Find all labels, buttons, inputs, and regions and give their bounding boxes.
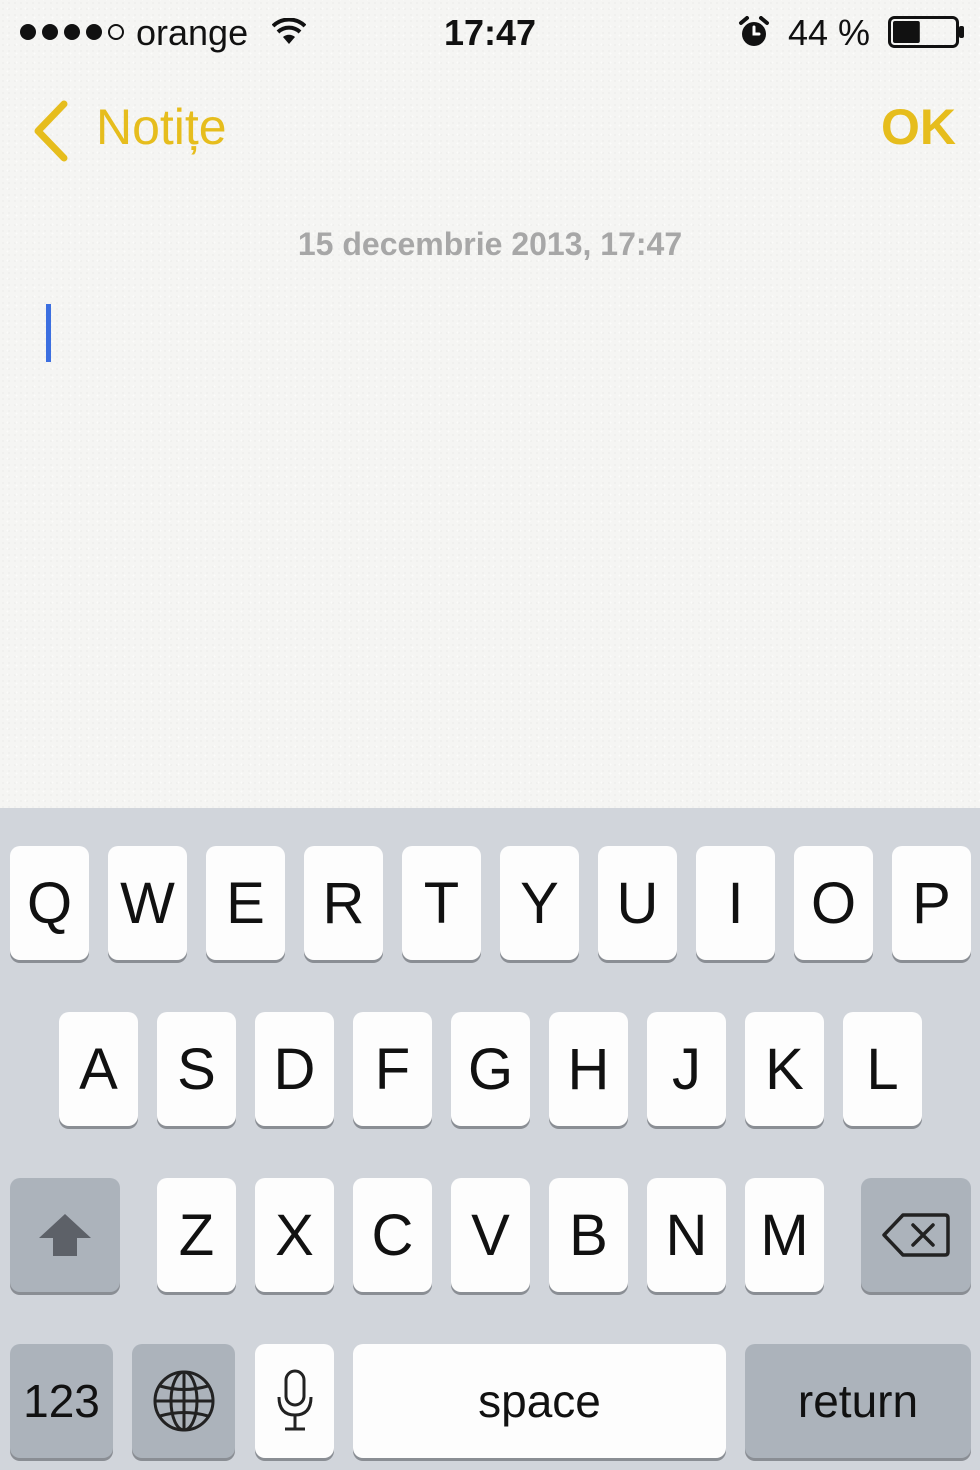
back-button-label: Notițe xyxy=(96,99,227,155)
key-i[interactable]: I xyxy=(696,846,775,960)
return-key[interactable]: return xyxy=(745,1344,971,1458)
battery-percentage: 44 % xyxy=(788,12,871,53)
microphone-key[interactable] xyxy=(255,1344,334,1458)
globe-icon xyxy=(153,1370,214,1432)
key-e[interactable]: E xyxy=(206,846,285,960)
key-r[interactable]: R xyxy=(304,846,383,960)
key-k[interactable]: K xyxy=(745,1012,824,1126)
key-q[interactable]: Q xyxy=(10,846,89,960)
status-bar: orange 17:47 44 % xyxy=(0,0,980,64)
key-y[interactable]: Y xyxy=(500,846,579,960)
key-t[interactable]: T xyxy=(402,846,481,960)
key-p[interactable]: P xyxy=(892,846,971,960)
globe-key[interactable] xyxy=(132,1344,235,1458)
key-o[interactable]: O xyxy=(794,846,873,960)
key-f[interactable]: F xyxy=(353,1012,432,1126)
done-button[interactable]: OK xyxy=(881,98,956,156)
key-c[interactable]: C xyxy=(353,1178,432,1292)
shift-key[interactable] xyxy=(10,1178,120,1292)
key-s[interactable]: S xyxy=(157,1012,236,1126)
key-j[interactable]: J xyxy=(647,1012,726,1126)
note-date: 15 decembrie 2013, 17:47 xyxy=(297,226,683,262)
battery-icon xyxy=(888,16,964,48)
key-b[interactable]: B xyxy=(549,1178,628,1292)
key-a[interactable]: A xyxy=(59,1012,138,1126)
key-u[interactable]: U xyxy=(598,846,677,960)
alarm-icon xyxy=(739,16,769,46)
space-key[interactable]: space xyxy=(353,1344,726,1458)
key-v[interactable]: V xyxy=(451,1178,530,1292)
note-text-area[interactable] xyxy=(40,290,940,790)
key-h[interactable]: H xyxy=(549,1012,628,1126)
key-n[interactable]: N xyxy=(647,1178,726,1292)
numbers-key[interactable]: 123 xyxy=(10,1344,113,1458)
chevron-left-icon xyxy=(34,100,68,162)
microphone-icon xyxy=(277,1369,312,1431)
key-d[interactable]: D xyxy=(255,1012,334,1126)
keyboard: Q W E R T Y U I O P A S D F G H J K L Z … xyxy=(0,808,980,1470)
key-m[interactable]: M xyxy=(745,1178,824,1292)
key-g[interactable]: G xyxy=(451,1012,530,1126)
key-l[interactable]: L xyxy=(843,1012,922,1126)
key-z[interactable]: Z xyxy=(157,1178,236,1292)
backspace-icon xyxy=(882,1213,950,1257)
shift-icon xyxy=(39,1214,91,1256)
text-cursor xyxy=(46,304,51,362)
key-x[interactable]: X xyxy=(255,1178,334,1292)
backspace-key[interactable] xyxy=(861,1178,971,1292)
key-w[interactable]: W xyxy=(108,846,187,960)
